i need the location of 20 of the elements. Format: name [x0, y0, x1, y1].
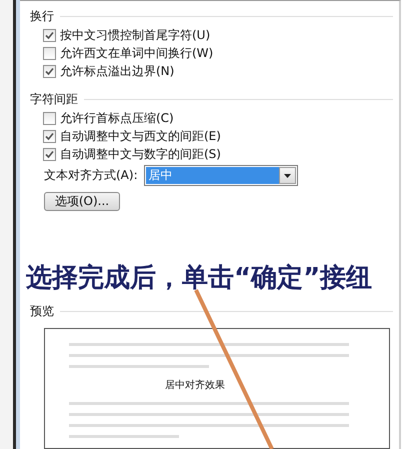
caret-icon — [284, 174, 291, 178]
checkbox-label: 按中文习惯控制首尾字符(U) — [60, 26, 210, 44]
checkbox-label: 允许行首标点压缩(C) — [60, 110, 174, 127]
checkbox[interactable] — [43, 28, 56, 42]
checkbox[interactable] — [43, 64, 56, 78]
checkbox-label: 允许标点溢出边界(N) — [60, 62, 174, 80]
checkbox-label: 允许西文在单词中间换行(W) — [60, 44, 214, 62]
checkbox-label: 自动调整中文与西文的间距(E) — [60, 128, 221, 145]
preview-sample-text: 居中对齐效果 — [165, 378, 225, 392]
checkbox[interactable] — [43, 148, 56, 161]
options-button[interactable]: 选项(O)... — [44, 192, 120, 212]
group-title: 换行 — [30, 8, 54, 26]
checkbox-label: 自动调整中文与数字的间距(S) — [60, 146, 221, 163]
alignment-label: 文本对齐方式(A): — [44, 167, 138, 184]
group-title: 预览 — [30, 303, 54, 320]
checkbox[interactable] — [43, 46, 56, 60]
annotation-text: 选择完成后，单击“确定”接纽 — [26, 262, 372, 295]
group-title: 字符间距 — [30, 91, 78, 108]
checkbox[interactable] — [43, 112, 56, 125]
checkbox[interactable] — [43, 130, 56, 143]
